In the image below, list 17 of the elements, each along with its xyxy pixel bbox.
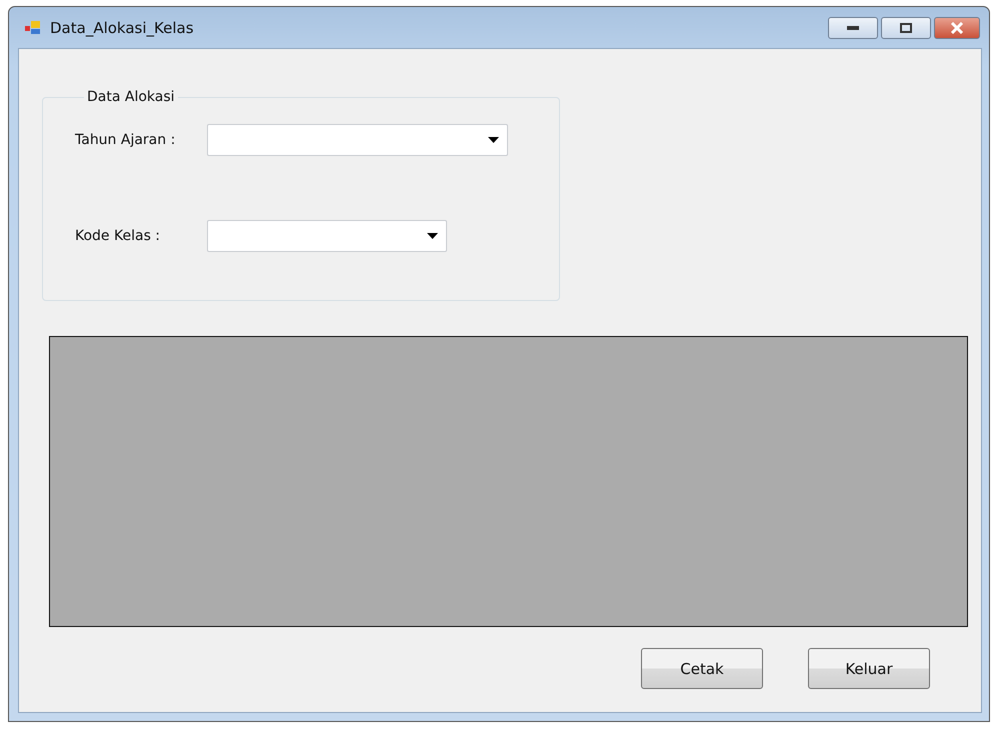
action-button[interactable]: Keluar: [808, 648, 930, 689]
minimize-button[interactable]: [828, 16, 878, 38]
field-label: Tahun Ajaran :: [75, 132, 176, 148]
close-icon: [950, 22, 964, 34]
group-title: Data Alokasi: [86, 89, 176, 105]
action-button[interactable]: Cetak: [641, 648, 763, 689]
maximize-icon: [900, 22, 912, 32]
close-button[interactable]: [934, 16, 980, 38]
window-title: Data_Alokasi_Kelas: [50, 18, 195, 36]
field-label: Kode Kelas :: [75, 228, 162, 244]
dropdown-field[interactable]: [207, 220, 447, 252]
dropdown-field[interactable]: [207, 124, 508, 156]
minimize-icon: [847, 26, 859, 30]
app-icon: [24, 20, 42, 36]
dropdown-arrow-icon: [488, 137, 499, 143]
maximize-button[interactable]: [881, 16, 931, 38]
dropdown-arrow-icon: [427, 233, 438, 239]
